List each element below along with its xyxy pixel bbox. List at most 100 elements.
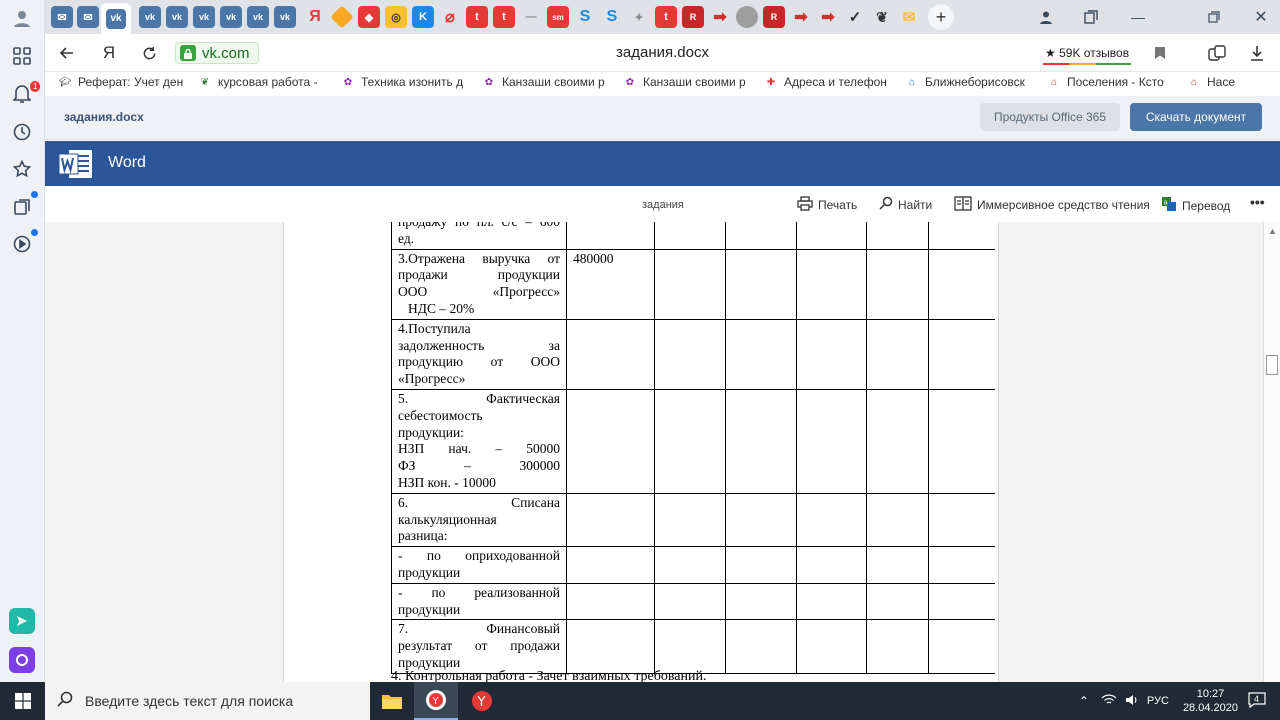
tab-t-site-1[interactable]: t	[466, 6, 488, 28]
tab-wing-site[interactable]: ✦	[628, 6, 650, 28]
collections-icon[interactable]	[10, 195, 34, 219]
tab-paperclip-site[interactable]: ⌀	[439, 6, 461, 28]
clock-time: 10:27	[1196, 688, 1225, 700]
alice-assistant-icon[interactable]	[9, 647, 35, 673]
tab-yandex[interactable]: Я	[304, 6, 326, 28]
tab-glasses-site[interactable]: ◎	[385, 6, 407, 28]
tab-t-site-2[interactable]: t	[493, 6, 515, 28]
tab-line-site[interactable]: —	[520, 6, 542, 28]
tab-check-site[interactable]: ✓	[844, 6, 866, 28]
action-center-icon[interactable]: 4	[1248, 691, 1266, 711]
volume-icon[interactable]	[1125, 694, 1139, 709]
file-explorer-app[interactable]	[370, 682, 414, 720]
start-button[interactable]	[0, 682, 45, 720]
tab-mail-site[interactable]: ✉	[898, 6, 920, 28]
find-button[interactable]: Найти	[879, 196, 932, 213]
taskbar-search-box[interactable]: Введите здесь текст для поиска	[45, 682, 370, 720]
profile-icon[interactable]	[10, 6, 34, 30]
minimize-window-icon[interactable]: —	[1127, 6, 1149, 28]
table-cell-amount	[566, 222, 655, 250]
network-icon[interactable]	[1101, 694, 1117, 709]
bookmark-item-5[interactable]: ✿ Канзаши своими р	[623, 75, 746, 89]
tab-arrow-site-1[interactable]: ➡	[709, 6, 731, 28]
table-cell-line: - по реализованной	[398, 584, 560, 600]
account-icon[interactable]	[1035, 6, 1057, 28]
yandex-browser-app-active[interactable]: Y	[414, 682, 458, 720]
table-cell-line: 7. Финансовый	[398, 621, 560, 637]
tab-vk-3[interactable]: vk	[193, 6, 215, 28]
tab-leaf-site[interactable]: ❦	[871, 6, 893, 28]
tab-r-site-2[interactable]: R	[763, 6, 785, 28]
yandex-app[interactable]: Y	[460, 682, 504, 720]
tab-vk-active[interactable]: vk	[101, 3, 131, 34]
messenger-app-icon[interactable]	[9, 608, 35, 634]
document-viewer-header: задания.docx Продукты Office 365 Скачать…	[45, 96, 1280, 140]
tab-sm-site[interactable]: sm	[547, 6, 569, 28]
close-window-icon[interactable]: ✕	[1250, 6, 1272, 28]
word-toolbar: задания Печать Найти Иммерсивное средств…	[45, 186, 1280, 222]
chevron-up-icon[interactable]: ⌃	[1079, 694, 1089, 708]
more-options-button[interactable]: •••	[1250, 194, 1265, 210]
immersive-reader-button[interactable]: Иммерсивное средство чтения	[954, 196, 1150, 214]
bookmark-item-4[interactable]: ✿ Канзаши своими р	[482, 75, 605, 89]
table-cell-amount	[566, 546, 655, 584]
bookmark-item-6[interactable]: ✚ Адреса и телефон	[764, 75, 887, 89]
translate-button[interactable]: a Перевод	[1161, 196, 1230, 215]
svg-text:Y: Y	[432, 696, 440, 707]
tab-vk-messages-2[interactable]: ✉	[77, 6, 99, 28]
tab-vk-6[interactable]: vk	[274, 6, 296, 28]
notification-badge: 1	[30, 81, 41, 92]
extensions-icon[interactable]	[1206, 42, 1228, 64]
tab-vk-1[interactable]: vk	[139, 6, 161, 28]
download-document-button[interactable]: Скачать документ	[1130, 103, 1262, 131]
tab-vk-4[interactable]: vk	[220, 6, 242, 28]
bookmark-item-7[interactable]: ⌂ Ближнеборисовск	[905, 75, 1025, 89]
tab-s-site-1[interactable]: S	[574, 6, 596, 28]
table-row: - по реализованной продукции	[391, 582, 995, 621]
vertical-scrollbar[interactable]: ▲	[1263, 222, 1280, 682]
tab-arrow-site-2[interactable]: ➡	[790, 6, 812, 28]
history-clock-icon[interactable]	[10, 120, 34, 144]
tab-r-site-1[interactable]: R	[682, 6, 704, 28]
scrollbar-thumb[interactable]	[1266, 355, 1278, 375]
tab-arrow-site-3[interactable]: ➡	[817, 6, 839, 28]
tab-avatar-site[interactable]	[736, 6, 758, 28]
clock[interactable]: 10:27 28.04.2020	[1183, 687, 1238, 715]
tab-diamond-site[interactable]	[330, 5, 354, 29]
tab-blue-site[interactable]: K	[412, 6, 434, 28]
collections-dot-indicator	[31, 191, 38, 198]
office-products-button[interactable]: Продукты Office 365	[980, 103, 1120, 131]
apps-grid-icon[interactable]	[10, 44, 34, 68]
tab-vk-2[interactable]: vk	[166, 6, 188, 28]
download-arrow-icon[interactable]	[1246, 42, 1268, 64]
bookmark-flag-icon[interactable]	[1149, 42, 1171, 64]
bookmark-item-1[interactable]: 🎓︎ Реферат: Учет ден	[58, 75, 184, 89]
reviews-badge[interactable]: ★ 59K отзывов	[1039, 41, 1135, 65]
table-cell-empty	[866, 318, 929, 390]
search-icon	[879, 196, 893, 213]
restore-window-icon[interactable]	[1203, 6, 1225, 28]
bookmark-item-2[interactable]: ❦ курсовая работа -	[198, 75, 318, 89]
address-bar: Я задания.docx vk.com ★ 59K отзывов	[45, 34, 1280, 72]
tab-vk-5[interactable]: vk	[247, 6, 269, 28]
bookmark-item-3[interactable]: ✿ Техника изонить д	[341, 75, 463, 89]
tab-t-site-3[interactable]: t	[655, 6, 677, 28]
table-cell-line: 4.Поступила	[398, 320, 471, 336]
language-indicator[interactable]: РУС	[1147, 695, 1169, 707]
scroll-up-arrow-icon[interactable]: ▲	[1268, 226, 1277, 236]
site-security-chip[interactable]: vk.com	[175, 42, 259, 64]
bookmark-item-9[interactable]: ⌂ Насе	[1187, 75, 1235, 89]
building-icon: ⌂	[908, 76, 916, 88]
tab-s-site-2[interactable]: S	[601, 6, 623, 28]
print-button[interactable]: Печать	[797, 196, 857, 214]
favorites-star-icon[interactable]	[10, 157, 34, 181]
tab-manager-icon[interactable]	[1080, 6, 1102, 28]
media-play-icon[interactable]	[10, 232, 34, 256]
new-tab-button[interactable]: +	[928, 4, 954, 30]
tab-red-site[interactable]: ◆	[358, 6, 380, 28]
tab-vk-messages[interactable]: ✉	[51, 6, 73, 28]
table-cell-empty	[654, 388, 726, 494]
bookmark-item-8[interactable]: ⌂ Поселения - Ксто	[1047, 75, 1164, 89]
table-cell-empty	[725, 318, 797, 390]
table-cell-amount	[566, 318, 655, 390]
